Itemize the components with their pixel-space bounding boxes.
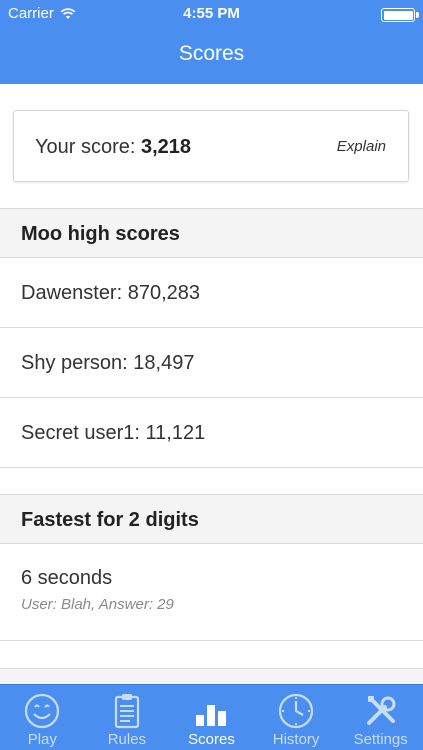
tab-settings[interactable]: Settings [338, 685, 423, 750]
tab-bar: Play Rules Scores History Settings [0, 684, 423, 750]
your-score-card: Your score: 3,218 Explain [13, 110, 409, 182]
scores-screen: Carrier 4:55 PM Scores Your score: 3,218… [0, 0, 423, 750]
tools-icon [366, 696, 396, 725]
page-title: Scores [178, 42, 245, 65]
tab-scores[interactable]: Scores [169, 685, 254, 750]
list-item: 6 seconds User: Blah, Answer: 29 [0, 544, 423, 641]
list-item: Shy person: 18,497 [0, 328, 423, 398]
score-label: Your score: [35, 136, 136, 158]
clock-icon [278, 693, 314, 729]
battery-icon [381, 8, 419, 22]
tab-play[interactable]: Play [0, 685, 85, 750]
moo-section-header: Moo high scores [0, 208, 423, 258]
list-item: Secret user1: 11,121 [0, 398, 423, 468]
nav-header: Carrier 4:55 PM Scores [0, 0, 423, 84]
status-time: 4:55 PM [183, 5, 240, 22]
clipboard-icon [114, 694, 139, 729]
list-item: Dawenster: 870,283 [0, 258, 423, 328]
smiley-icon [25, 693, 60, 729]
tab-rules[interactable]: Rules [85, 685, 170, 750]
bar-chart-icon [196, 705, 227, 726]
status-bar: Carrier 4:55 PM [0, 0, 423, 28]
fastest-section-title: Fastest for 2 digits [21, 509, 199, 531]
list-item [0, 641, 423, 669]
fastest-section-header: Fastest for 2 digits [0, 494, 423, 544]
list-item [0, 468, 423, 495]
moo-section-title: Moo high scores [21, 223, 180, 245]
score-value: 3,218 [141, 136, 192, 158]
explain-button[interactable]: Explain [337, 138, 386, 155]
list-item-subtitle: User: Blah, Answer: 29 [21, 596, 174, 613]
tab-history[interactable]: History [254, 685, 339, 750]
